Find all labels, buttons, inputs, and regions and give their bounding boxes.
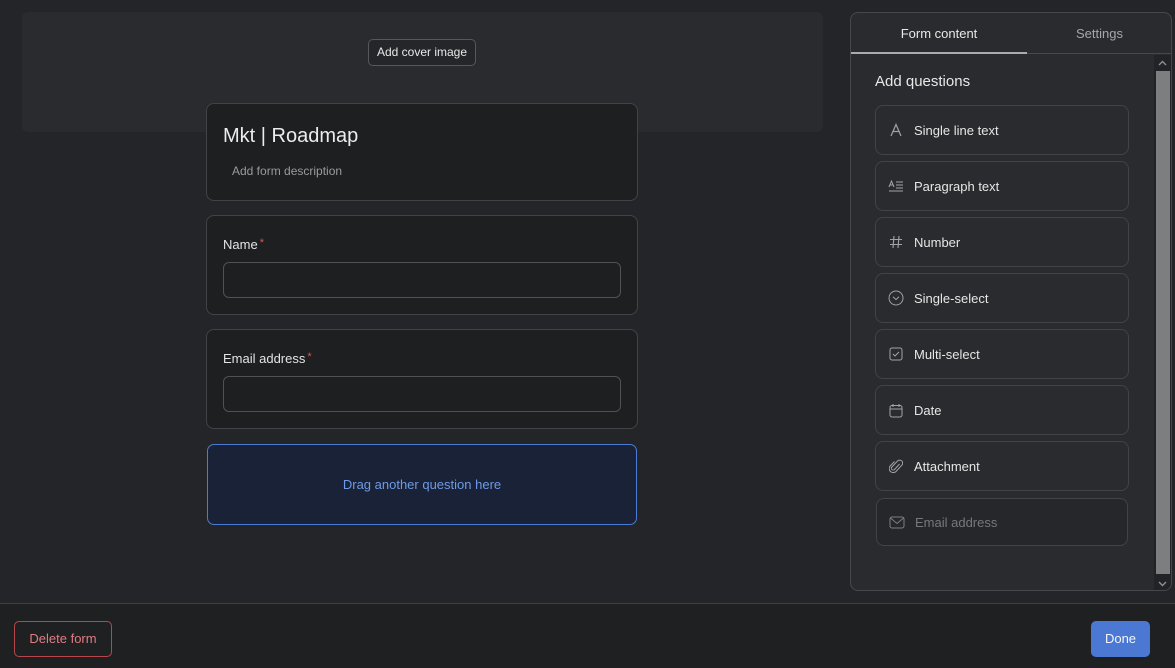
question-type-label: Single line text — [914, 122, 999, 138]
scrollbar-thumb[interactable] — [1156, 71, 1170, 574]
question-type-multi-select[interactable]: Multi-select — [875, 329, 1129, 379]
dropzone-label: Drag another question here — [342, 477, 502, 492]
calendar-icon — [888, 402, 904, 418]
question-type-date[interactable]: Date — [875, 385, 1129, 435]
hash-icon — [888, 234, 904, 250]
question-label: Name * — [223, 237, 264, 252]
question-type-number[interactable]: Number — [875, 217, 1129, 267]
question-type-single-select[interactable]: Single-select — [875, 273, 1129, 323]
delete-form-button[interactable]: Delete form — [14, 621, 112, 657]
add-cover-image-button[interactable]: Add cover image — [368, 39, 476, 66]
question-type-single-line-text[interactable]: Single line text — [875, 105, 1129, 155]
paragraph-icon — [888, 178, 904, 194]
required-marker: * — [259, 237, 264, 249]
question-type-label: Paragraph text — [914, 178, 1000, 194]
form-header-card: Mkt | Roadmap Add form description — [206, 103, 638, 201]
question-label-text: Email address — [223, 351, 306, 366]
envelope-icon — [889, 514, 905, 530]
footer-bar: Delete form Done — [0, 603, 1175, 668]
circle-chevron-down-icon — [888, 290, 904, 306]
question-type-paragraph-text[interactable]: Paragraph text — [875, 161, 1129, 211]
checkbox-icon — [888, 346, 904, 362]
question-type-attachment[interactable]: Attachment — [875, 441, 1129, 491]
question-dropzone[interactable]: Drag another question here — [207, 444, 637, 525]
panel-tabs: Form content Settings — [851, 13, 1171, 54]
question-card-email[interactable]: Email address * — [206, 329, 638, 429]
scroll-down-arrow-icon[interactable] — [1154, 576, 1171, 590]
tab-settings[interactable]: Settings — [1027, 13, 1171, 54]
questions-panel: Form content Settings Add questions Sing… — [850, 12, 1172, 591]
add-questions-heading: Add questions — [875, 73, 971, 90]
paperclip-icon — [888, 458, 904, 474]
question-label-text: Name — [223, 237, 258, 252]
form-title[interactable]: Mkt | Roadmap — [223, 125, 358, 148]
form-builder-canvas: Add cover image Mkt | Roadmap Add form d… — [0, 0, 1175, 603]
scroll-up-arrow-icon[interactable] — [1154, 55, 1171, 71]
tab-form-content[interactable]: Form content — [851, 13, 1027, 54]
question-type-email-address: Email address — [876, 498, 1128, 546]
question-card-name[interactable]: Name * — [206, 215, 638, 315]
panel-scrollbar[interactable] — [1154, 55, 1171, 590]
required-marker: * — [307, 351, 312, 363]
question-type-label: Attachment — [914, 458, 980, 474]
question-type-label: Email address — [915, 514, 998, 530]
question-type-label: Number — [914, 234, 961, 250]
name-input[interactable] — [223, 262, 621, 298]
form-description-placeholder[interactable]: Add form description — [232, 164, 342, 178]
question-type-label: Multi-select — [914, 346, 980, 362]
done-button[interactable]: Done — [1091, 621, 1150, 657]
email-address-input[interactable] — [223, 376, 621, 412]
question-label: Email address * — [223, 351, 312, 366]
question-type-label: Single-select — [914, 290, 989, 306]
text-a-icon — [888, 122, 904, 138]
question-type-label: Date — [914, 402, 942, 418]
